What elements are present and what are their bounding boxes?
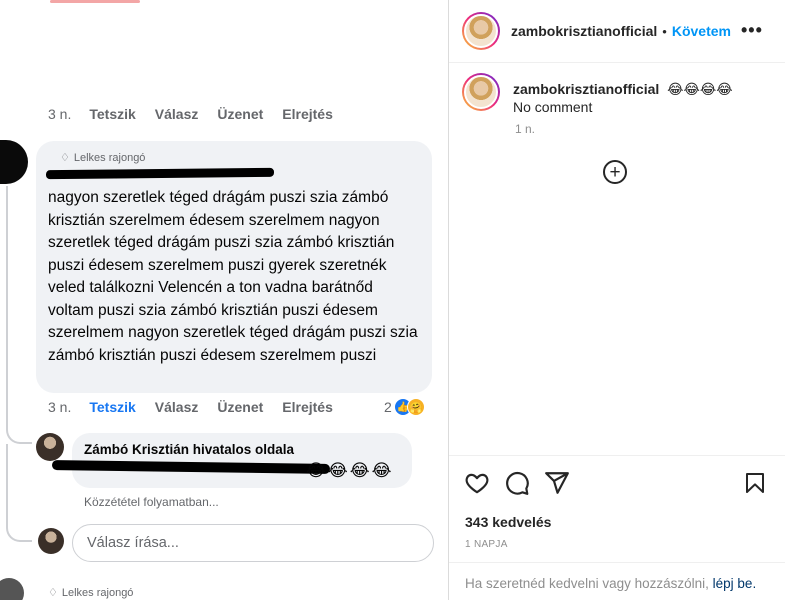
profile-avatar[interactable]	[462, 12, 500, 50]
facebook-comments-panel: 3 n. Tetszik Válasz Üzenet Elrejtés ♢ Le…	[0, 0, 448, 600]
login-prompt: Ha szeretnéd kedvelni vagy hozzászólni, …	[465, 576, 756, 591]
comment-actions: 3 n. Tetszik Válasz Üzenet Elrejtés	[48, 106, 352, 122]
username-link[interactable]: zambokrisztianofficial	[511, 23, 657, 39]
actions-divider	[449, 455, 785, 456]
badge-label: Lelkes rajongó	[61, 586, 134, 599]
post-header: zambokrisztianofficial • Követem	[511, 23, 731, 39]
top-fan-badge: ♢ Lelkes rajongó	[48, 586, 134, 600]
follow-button[interactable]: Követem	[672, 23, 731, 39]
diamond-icon: ♢	[60, 152, 70, 164]
comment-text: nagyon szeretlek téged drágám puszi szia…	[48, 189, 418, 364]
top-fan-badge: ♢ Lelkes rajongó	[60, 151, 420, 165]
post-caption: zambokrisztianofficial 😂😂😂😂 No comment	[513, 80, 773, 116]
reaction-summary[interactable]: 2 👍 🤗	[384, 398, 425, 416]
instagram-post-panel: zambokrisztianofficial • Követem ••• zam…	[448, 0, 785, 600]
login-prompt-text: Ha szeretnéd kedvelni vagy hozzászólni,	[465, 576, 709, 591]
plus-circle-icon[interactable]: +	[603, 160, 627, 184]
caption-emojis: 😂😂😂😂	[667, 81, 733, 97]
comment-actions: 3 n. Tetszik Válasz Üzenet Elrejtés	[48, 399, 352, 415]
cropped-element	[50, 0, 140, 3]
comment-bubble: ♢ Lelkes rajongó nagyon szeretlek téged …	[36, 141, 432, 393]
message-link[interactable]: Üzenet	[217, 399, 263, 415]
comment-icon[interactable]	[503, 469, 531, 497]
heart-icon[interactable]	[463, 469, 491, 497]
comment-time: 3 n.	[48, 106, 72, 122]
message-link[interactable]: Üzenet	[217, 106, 263, 122]
thread-connector	[6, 444, 32, 542]
redacted-name	[45, 167, 275, 180]
like-link[interactable]: Tetszik	[89, 399, 135, 415]
hide-link[interactable]: Elrejtés	[282, 106, 333, 122]
commenter-avatar[interactable]	[0, 578, 24, 600]
page-avatar[interactable]	[36, 433, 64, 461]
separator-dot: •	[662, 23, 667, 39]
reply-input[interactable]	[72, 524, 434, 562]
footer-divider	[449, 562, 785, 563]
caption-text: No comment	[513, 99, 593, 115]
post-date: 1 NAPJA	[465, 539, 508, 550]
badge-label: Lelkes rajongó	[73, 151, 146, 164]
care-icon: 🤗	[406, 398, 425, 416]
header-divider	[449, 62, 785, 63]
post-actions	[463, 469, 769, 499]
caption-username[interactable]: zambokrisztianofficial	[513, 81, 659, 97]
likes-count[interactable]: 343 kedvelés	[465, 514, 551, 530]
thread-connector	[6, 186, 32, 444]
like-link[interactable]: Tetszik	[89, 106, 135, 122]
bookmark-icon[interactable]	[741, 469, 769, 497]
reply-emojis: 😂😂😂😂	[306, 461, 394, 480]
user-avatar	[38, 528, 64, 554]
share-icon[interactable]	[543, 469, 571, 497]
login-link[interactable]: lépj be.	[713, 576, 757, 591]
more-options-icon[interactable]: •••	[741, 20, 763, 41]
diamond-icon: ♢	[48, 587, 58, 599]
comment-time: 3 n.	[48, 399, 72, 415]
commenter-avatar[interactable]	[0, 140, 28, 184]
caption-time: 1 n.	[515, 122, 536, 136]
caption-avatar[interactable]	[462, 73, 500, 111]
reply-author[interactable]: Zámbó Krisztián hivatalos oldala	[84, 442, 400, 457]
hide-link[interactable]: Elrejtés	[282, 399, 333, 415]
reply-link[interactable]: Válasz	[155, 399, 199, 415]
posting-status: Közzététel folyamatban...	[84, 495, 219, 509]
reaction-count: 2	[384, 399, 392, 415]
reply-link[interactable]: Válasz	[155, 106, 199, 122]
